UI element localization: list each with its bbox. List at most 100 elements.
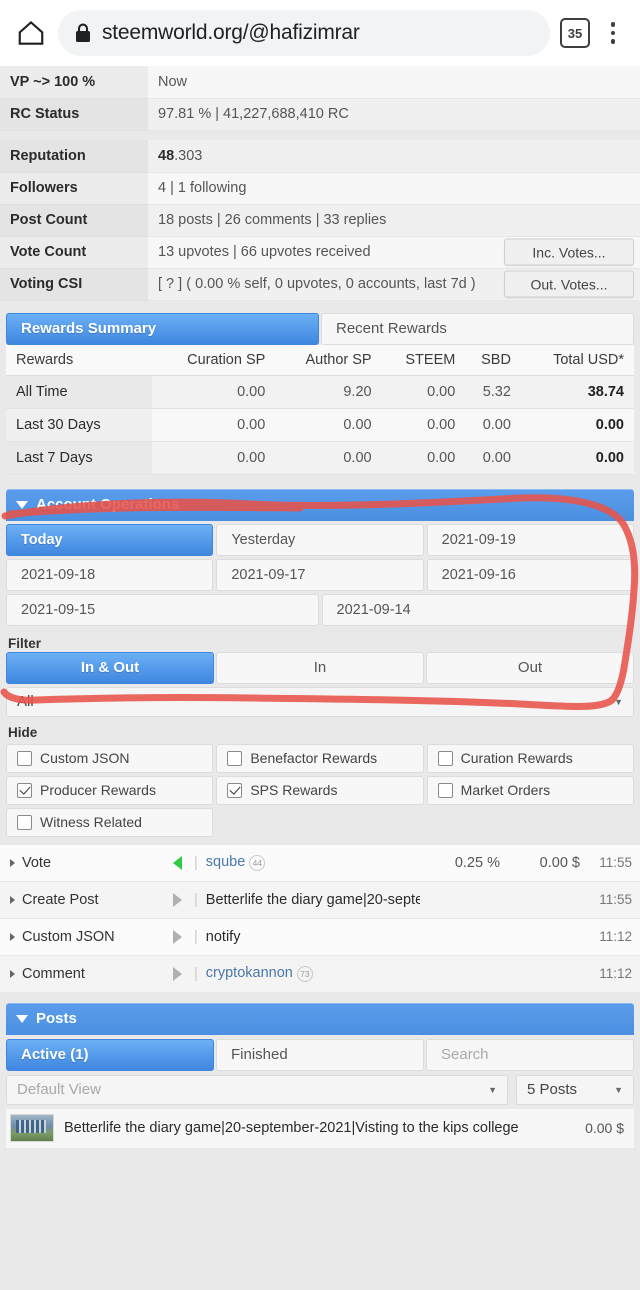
- table-row: RC Status 97.81 % | 41,227,688,410 RC: [0, 98, 640, 131]
- operation-type-select-value: All: [17, 693, 34, 710]
- date-chip-2021-09-15[interactable]: 2021-09-15: [6, 593, 319, 626]
- stat-label: VP ~> 100 %: [0, 66, 148, 99]
- filter-label: Filter: [8, 635, 42, 651]
- date-chip-2021-09-16[interactable]: 2021-09-16: [426, 558, 634, 591]
- operation-row[interactable]: Comment | cryptokannon 73 11:12: [0, 955, 640, 993]
- tab-count-button[interactable]: 35: [560, 18, 590, 48]
- column-header-sbd: SBD: [465, 344, 521, 376]
- column-header-curation-sp: Curation SP: [152, 344, 276, 376]
- table-row: Reputation 48.303: [0, 140, 640, 173]
- checkbox-benefactor-rewards[interactable]: Benefactor Rewards: [216, 743, 424, 773]
- operation-type-select[interactable]: All ▼: [6, 686, 634, 717]
- checkbox-label: SPS Rewards: [250, 782, 338, 798]
- operation-row[interactable]: Create Post | Betterlife the diary game|…: [0, 881, 640, 919]
- reward-author-sp: 0.00: [275, 408, 382, 442]
- post-thumbnail-icon: [10, 1114, 54, 1142]
- home-icon[interactable]: [14, 16, 48, 50]
- reward-steem: 0.00: [381, 408, 466, 442]
- reputation-integer: 48: [158, 147, 175, 164]
- date-chip-2021-09-17[interactable]: 2021-09-17: [216, 558, 424, 591]
- expand-icon[interactable]: [10, 858, 15, 867]
- operation-type: Create Post: [22, 891, 99, 908]
- rewards-table-wrap: Rewards Curation SP Author SP STEEM SBD …: [6, 344, 634, 475]
- date-chip-yesterday[interactable]: Yesterday: [216, 523, 424, 556]
- stat-value: Now: [148, 66, 640, 99]
- incoming-votes-button[interactable]: Inc. Votes...: [504, 238, 634, 266]
- date-chip-2021-09-19[interactable]: 2021-09-19: [426, 523, 634, 556]
- operation-target[interactable]: sqube 44: [206, 854, 420, 871]
- divider: |: [194, 965, 198, 982]
- account-link[interactable]: cryptokannon: [206, 965, 293, 981]
- rewards-table: Rewards Curation SP Author SP STEEM SBD …: [6, 344, 634, 475]
- posts-panel: Posts Active (1) Finished Search Default…: [6, 1002, 634, 1149]
- checkbox-witness-related[interactable]: Witness Related: [6, 807, 214, 837]
- posts-count-select[interactable]: 5 Posts ▼: [516, 1074, 634, 1105]
- reward-author-sp: 9.20: [275, 375, 382, 409]
- table-row: Last 7 Days 0.00 0.00 0.00 0.00 0.00: [6, 441, 634, 475]
- operation-target[interactable]: notify: [206, 929, 420, 945]
- tab-recent-rewards[interactable]: Recent Rewards: [321, 312, 634, 345]
- divider: |: [194, 928, 198, 945]
- posts-tabstrip: Active (1) Finished Search: [6, 1035, 634, 1071]
- checkbox-label: Benefactor Rewards: [250, 750, 378, 766]
- expand-icon[interactable]: [10, 969, 15, 978]
- posts-header[interactable]: Posts: [6, 1002, 634, 1035]
- table-spacer: [0, 130, 640, 140]
- date-chip-today[interactable]: Today: [6, 523, 214, 556]
- checkbox-market-orders[interactable]: Market Orders: [426, 775, 634, 805]
- checkbox-curation-rewards[interactable]: Curation Rewards: [426, 743, 634, 773]
- operation-target[interactable]: cryptokannon 73: [206, 965, 420, 982]
- tab-in-and-out[interactable]: In & Out: [6, 651, 214, 684]
- stat-label: Vote Count: [0, 236, 148, 269]
- date-chip-2021-09-14[interactable]: 2021-09-14: [321, 593, 634, 626]
- table-row: VP ~> 100 % Now: [0, 66, 640, 99]
- reputation-decimal: .303: [174, 147, 203, 164]
- list-item[interactable]: Betterlife the diary game|20-september-2…: [6, 1108, 634, 1149]
- browser-toolbar: steemworld.org/@hafizimrar 35: [0, 0, 640, 66]
- url-bar[interactable]: steemworld.org/@hafizimrar: [58, 10, 550, 56]
- reward-period: Last 30 Days: [6, 408, 153, 442]
- post-title[interactable]: Betterlife the diary game|20-september-2…: [64, 1120, 566, 1136]
- chevron-down-icon: ▼: [488, 1084, 497, 1095]
- expand-icon[interactable]: [10, 895, 15, 904]
- date-chip-2021-09-18[interactable]: 2021-09-18: [6, 558, 214, 591]
- chevron-down-icon: ▼: [614, 696, 623, 707]
- operation-type: Comment: [22, 965, 85, 982]
- posts-search-input[interactable]: Search: [426, 1038, 634, 1071]
- checkbox-producer-rewards[interactable]: Producer Rewards: [6, 775, 214, 805]
- operation-row[interactable]: Vote | sqube 44 0.25 % 0.00 $ 11:55: [0, 844, 640, 882]
- reward-total-usd: 0.00: [520, 441, 634, 475]
- account-link[interactable]: sqube: [206, 854, 246, 870]
- column-header-total-usd: Total USD*: [520, 344, 634, 376]
- table-row: Vote Count 13 upvotes | 66 upvotes recei…: [0, 236, 640, 269]
- expand-icon[interactable]: [10, 932, 15, 941]
- checkbox-custom-json[interactable]: Custom JSON: [6, 743, 214, 773]
- account-stats-table: VP ~> 100 % Now RC Status 97.81 % | 41,2…: [0, 66, 640, 301]
- tab-in[interactable]: In: [216, 651, 424, 684]
- date-chip-row: Today Yesterday 2021-09-19: [6, 523, 634, 556]
- checkbox-sps-rewards[interactable]: SPS Rewards: [216, 775, 424, 805]
- chevron-down-icon: [16, 500, 28, 509]
- account-operations-header[interactable]: Account Operations: [6, 488, 634, 521]
- hide-label: Hide: [8, 724, 38, 740]
- outgoing-votes-button[interactable]: Out. Votes...: [504, 270, 634, 298]
- checkbox-label: Curation Rewards: [460, 750, 573, 766]
- posts-view-select[interactable]: Default View ▼: [6, 1074, 508, 1105]
- operation-target[interactable]: Betterlife the diary game|20-september-2…: [206, 892, 420, 908]
- stat-value: 48.303: [148, 140, 640, 173]
- tab-out[interactable]: Out: [426, 651, 634, 684]
- column-header-steem: STEEM: [381, 344, 466, 376]
- table-row: Followers 4 | 1 following: [0, 172, 640, 205]
- checkbox-label: Custom JSON: [40, 750, 130, 766]
- direction-in-icon: [162, 855, 192, 870]
- operation-row[interactable]: Custom JSON | notify 11:12: [0, 918, 640, 956]
- three-dots-menu-icon[interactable]: [600, 22, 626, 44]
- checkbox-checked-icon: [227, 782, 243, 798]
- tab-active-posts[interactable]: Active (1): [6, 1038, 214, 1071]
- reward-curation-sp: 0.00: [152, 375, 276, 409]
- tab-finished-posts[interactable]: Finished: [216, 1038, 424, 1071]
- tab-rewards-summary[interactable]: Rewards Summary: [6, 312, 319, 345]
- divider: |: [194, 891, 198, 908]
- date-chip-group: Today Yesterday 2021-09-19 2021-09-18 20…: [6, 520, 634, 634]
- reward-total-usd: 38.74: [520, 375, 634, 409]
